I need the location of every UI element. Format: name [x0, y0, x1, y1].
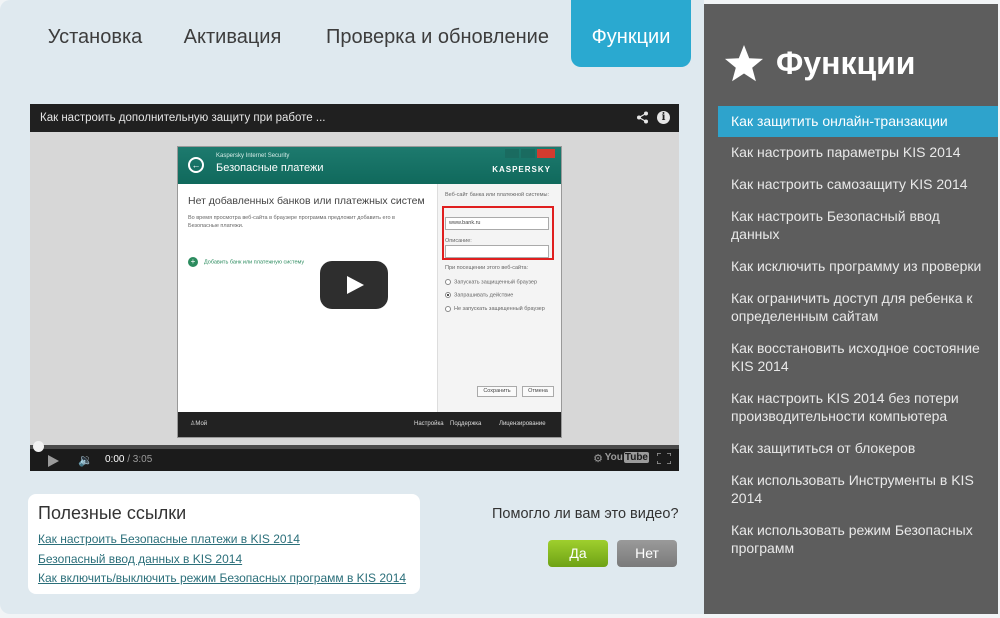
- link-secure-input[interactable]: Безопасный ввод данных в KIS 2014: [38, 550, 410, 570]
- radio-option-3: Не запускать защищенный браузер: [445, 305, 555, 313]
- sidebar-item-performance[interactable]: Как настроить KIS 2014 без потери произв…: [718, 383, 998, 433]
- visit-label: При посещении этого веб-сайта:: [445, 265, 529, 271]
- kaspersky-logo: KASPERSKY: [492, 165, 551, 174]
- video-controls: 🔉 0:00 / 3:05 ⚙ You Tube: [30, 441, 679, 471]
- licensing-link: Лицензирование: [499, 421, 546, 427]
- app-cancel-button: Отмена: [522, 386, 554, 397]
- info-icon[interactable]: i: [657, 111, 670, 124]
- tab-functions[interactable]: Функции: [571, 0, 691, 67]
- video-player[interactable]: Как настроить дополнительную защиту при …: [30, 104, 679, 471]
- radio-option-2-label: Запрашивать действие: [454, 292, 514, 299]
- tab-bar: Установка Активация Проверка и обновлени…: [0, 0, 704, 68]
- link-trusted-apps[interactable]: Как включить/выключить режим Безопасных …: [38, 569, 410, 589]
- useful-links-title: Полезные ссылки: [38, 503, 187, 523]
- settings-link: Настройка: [414, 421, 444, 427]
- radio-option-1: Запускать защищенный браузер: [445, 279, 537, 285]
- app-heading: Нет добавленных банков или платежных сис…: [188, 195, 425, 207]
- play-button[interactable]: [320, 261, 388, 309]
- minimize-icon: [521, 149, 535, 158]
- control-play-icon[interactable]: [48, 455, 59, 467]
- plus-icon: +: [188, 257, 198, 267]
- app-product-name: Kaspersky Internet Security: [216, 153, 290, 159]
- sidebar-item-parental-control[interactable]: Как ограничить доступ для ребенка к опре…: [718, 283, 998, 333]
- tab-scan-update[interactable]: Проверка и обновление: [310, 0, 565, 64]
- tab-activation[interactable]: Активация: [170, 0, 295, 64]
- progress-knob[interactable]: [33, 441, 44, 452]
- app-save-button: Сохранить: [477, 386, 517, 397]
- current-time: 0:00: [105, 454, 125, 465]
- profile-link: ♙ Мой профиль: [190, 412, 220, 452]
- app-side-panel: Веб-сайт банка или платежной системы: ww…: [437, 184, 561, 412]
- time-display: 0:00 / 3:05: [105, 454, 152, 465]
- settings-gear-icon[interactable]: ⚙: [593, 452, 603, 465]
- sidebar-item-restore-defaults[interactable]: Как восстановить исходное состояние KIS …: [718, 333, 998, 383]
- progress-bar[interactable]: [30, 441, 679, 452]
- app-footer: ♙ Мой профиль Настройка Поддержка Лиценз…: [178, 412, 561, 452]
- sidebar-title: Функции: [776, 45, 916, 81]
- share-icon[interactable]: [636, 111, 649, 124]
- radio-option-2: Запрашивать действие: [445, 292, 513, 298]
- radio-option-3-label: Не запускать защищенный браузер: [454, 306, 545, 312]
- sidebar: Функции Как защитить онлайн-транзакции К…: [704, 4, 998, 614]
- youtube-tube: Tube: [623, 452, 649, 463]
- video-title-bar: Как настроить дополнительную защиту при …: [30, 104, 679, 132]
- close-icon: [537, 149, 555, 158]
- app-description: Во время просмотра веб-сайта в браузере …: [188, 215, 395, 229]
- sidebar-item-blockers[interactable]: Как защититься от блокеров: [718, 433, 998, 465]
- fullscreen-icon[interactable]: [657, 453, 671, 464]
- sidebar-item-tools[interactable]: Как использовать Инструменты в KIS 2014: [718, 465, 998, 515]
- support-link: Поддержка: [450, 421, 482, 427]
- youtube-you: You: [604, 452, 623, 463]
- star-icon: [725, 45, 763, 82]
- app-content: Нет добавленных банков или платежных сис…: [188, 195, 433, 267]
- video-title[interactable]: Как настроить дополнительную защиту при …: [40, 112, 325, 124]
- help-icon: [505, 149, 519, 158]
- sidebar-item-online-transactions[interactable]: Как защитить онлайн-транзакции: [718, 106, 998, 137]
- sidebar-item-trusted-apps[interactable]: Как использовать режим Безопасных програ…: [718, 515, 998, 565]
- sidebar-item-secure-input[interactable]: Как настроить Безопасный ввод данных: [718, 201, 998, 251]
- sidebar-item-self-defense[interactable]: Как настроить самозащиту KIS 2014: [718, 169, 998, 201]
- app-window-title: Безопасные платежи: [216, 162, 324, 174]
- sidebar-list: Как защитить онлайн-транзакции Как настр…: [718, 106, 998, 565]
- main-panel: Установка Активация Проверка и обновлени…: [0, 0, 704, 614]
- add-bank-link: + Добавить банк или платежную систему: [188, 257, 304, 267]
- radio-option-1-label: Запускать защищенный браузер: [454, 279, 538, 286]
- highlight-frame: [442, 206, 554, 260]
- link-safe-money[interactable]: Как настроить Безопасные платежи в KIS 2…: [38, 530, 410, 550]
- volume-icon[interactable]: 🔉: [78, 453, 93, 467]
- tab-installation[interactable]: Установка: [30, 0, 160, 64]
- video-frame[interactable]: ← Kaspersky Internet Security Безопасные…: [30, 132, 679, 452]
- app-header: ← Kaspersky Internet Security Безопасные…: [178, 147, 561, 184]
- window-controls: [505, 149, 555, 158]
- feedback-question: Помогло ли вам это видео?: [492, 506, 679, 522]
- youtube-logo[interactable]: You Tube: [604, 452, 649, 463]
- play-icon: [347, 276, 364, 294]
- useful-links-panel: Полезные ссылки Как настроить Безопасные…: [28, 494, 420, 594]
- duration: / 3:05: [127, 454, 153, 465]
- back-arrow-icon: ←: [188, 157, 204, 173]
- site-label: Веб-сайт банка или платежной системы:: [445, 192, 549, 198]
- sidebar-item-kis-settings[interactable]: Как настроить параметры KIS 2014: [718, 137, 998, 169]
- add-bank-label: Добавить банк или платежную систему: [204, 259, 305, 266]
- no-button[interactable]: Нет: [617, 540, 677, 567]
- sidebar-item-exclude-program[interactable]: Как исключить программу из проверки: [718, 251, 998, 283]
- yes-button[interactable]: Да: [548, 540, 608, 567]
